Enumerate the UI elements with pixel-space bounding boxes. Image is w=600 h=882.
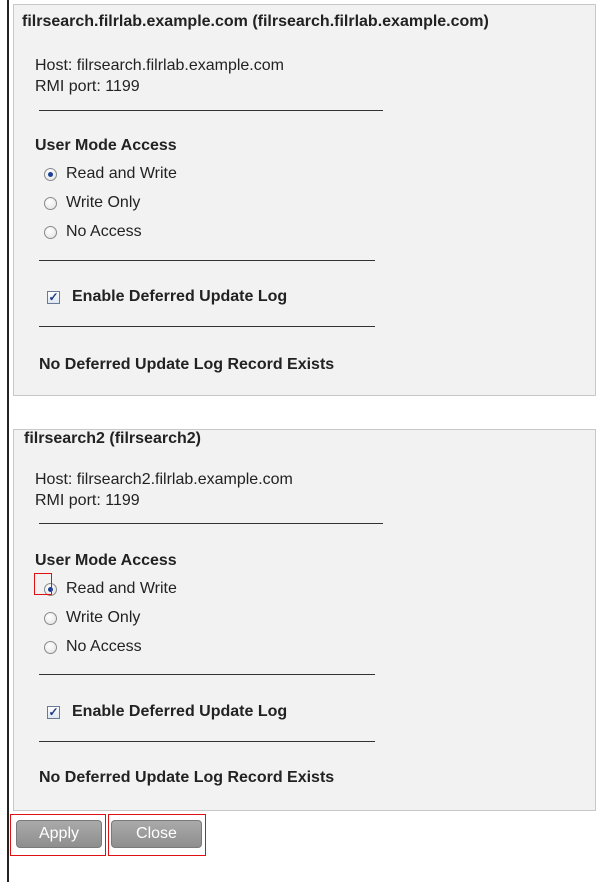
radio-label: Read and Write [66,165,177,182]
radio-read-write[interactable]: Read and Write [44,165,177,183]
separator [39,674,375,675]
radio-label: No Access [66,638,142,655]
radio-no-access[interactable]: No Access [44,223,142,241]
separator [39,260,375,261]
deferred-log-label: Enable Deferred Update Log [72,288,288,305]
deferred-log-checkbox[interactable]: ✓ [47,705,60,719]
separator [39,523,383,524]
deferred-log-checkbox-row[interactable]: ✓ Enable Deferred Update Log [47,703,287,721]
separator [39,326,375,327]
deferred-log-status: No Deferred Update Log Record Exists [39,356,335,373]
rmi-port-line: RMI port: 1199 [35,78,140,95]
radio-read-write[interactable]: Read and Write [44,580,177,598]
page-left-border [7,0,9,882]
radio-label: No Access [66,223,142,240]
user-mode-access-title: User Mode Access [35,552,177,569]
server-panel-filrsearch2: filrsearch2 (filrsearch2) Host: filrsear… [13,429,596,811]
host-line: Host: filrsearch2.filrlab.example.com [35,471,293,488]
server-panel-filrsearch: filrsearch.filrlab.example.com (filrsear… [13,4,596,396]
rmi-port-line: RMI port: 1199 [35,492,140,509]
radio-label: Read and Write [66,580,177,597]
radio-label: Write Only [66,609,141,626]
radio-button[interactable] [44,640,57,654]
deferred-log-status: No Deferred Update Log Record Exists [39,769,335,786]
close-button[interactable]: Close [111,820,202,848]
host-line: Host: filrsearch.filrlab.example.com [35,57,284,74]
user-mode-access-title: User Mode Access [35,137,177,154]
deferred-log-checkbox[interactable]: ✓ [47,290,60,304]
apply-button[interactable]: Apply [16,820,102,848]
separator [39,741,375,742]
highlight-box [34,573,52,595]
radio-button[interactable] [44,611,57,625]
separator [39,110,383,111]
panel-legend: filrsearch2 (filrsearch2) [20,430,205,448]
radio-button[interactable] [44,196,57,210]
radio-button[interactable] [44,225,57,239]
panel-legend: filrsearch.filrlab.example.com (filrsear… [18,13,493,31]
deferred-log-label: Enable Deferred Update Log [72,703,288,720]
deferred-log-checkbox-row[interactable]: ✓ Enable Deferred Update Log [47,288,287,306]
radio-write-only[interactable]: Write Only [44,609,140,627]
radio-write-only[interactable]: Write Only [44,194,140,212]
radio-no-access[interactable]: No Access [44,638,142,656]
radio-label: Write Only [66,194,141,211]
radio-button[interactable] [44,167,57,181]
